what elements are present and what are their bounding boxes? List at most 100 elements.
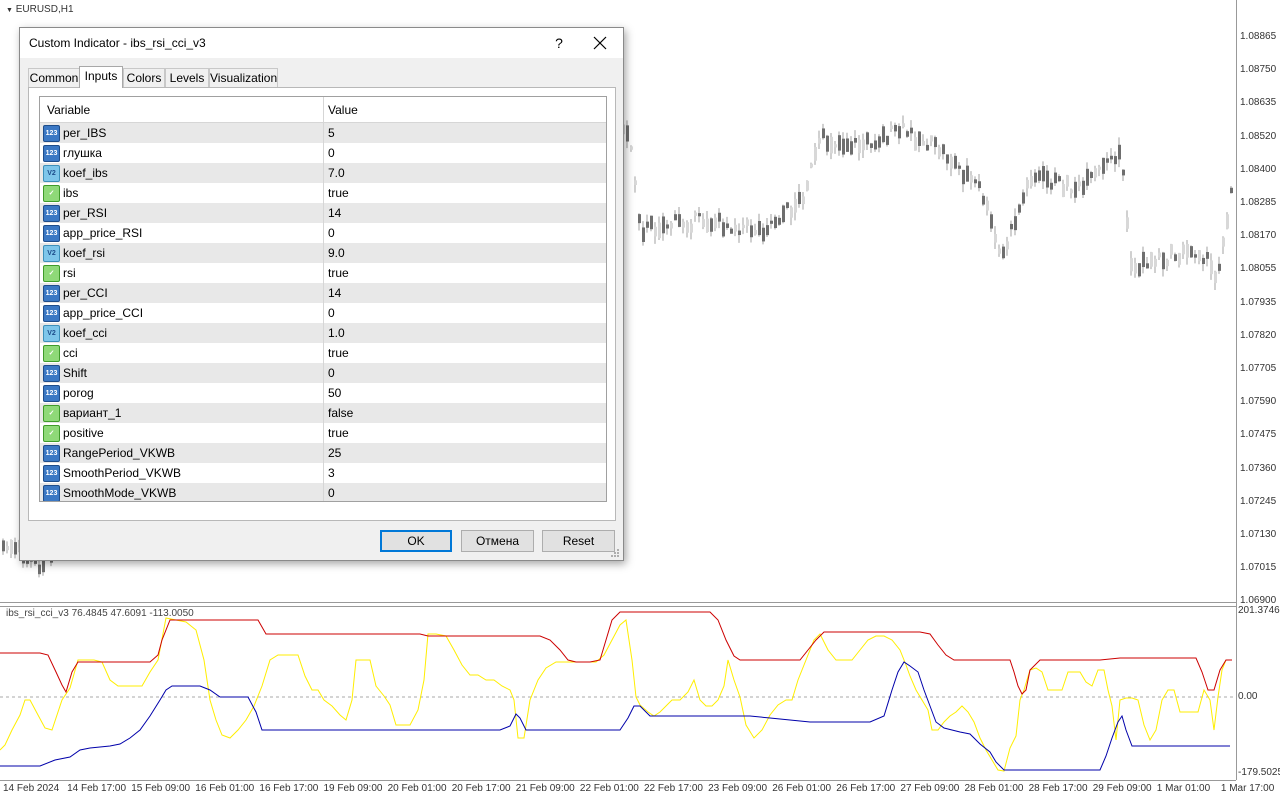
param-value[interactable]: 14 bbox=[328, 206, 341, 220]
candle-body bbox=[42, 560, 45, 573]
param-value[interactable]: 0 bbox=[328, 306, 335, 320]
close-button[interactable] bbox=[588, 32, 612, 54]
candle-body bbox=[942, 144, 945, 155]
candle-body bbox=[722, 222, 725, 237]
param-value[interactable]: 1.0 bbox=[328, 326, 345, 340]
param-value[interactable]: false bbox=[328, 406, 353, 420]
date-label: 14 Feb 2024 bbox=[3, 783, 60, 794]
candle-body bbox=[630, 146, 633, 150]
resize-grip-icon[interactable] bbox=[610, 548, 620, 558]
param-value[interactable]: 5 bbox=[328, 126, 335, 140]
candle-body bbox=[966, 165, 969, 182]
price-label: 1.07475 bbox=[1240, 429, 1277, 441]
candle-body bbox=[850, 141, 853, 155]
indicator-lines bbox=[0, 611, 1232, 772]
candle-body bbox=[746, 219, 749, 226]
date-label: 1 Mar 17:00 bbox=[1220, 783, 1275, 794]
candle-body bbox=[798, 191, 801, 205]
candle-body bbox=[818, 138, 821, 144]
candle-body bbox=[962, 169, 965, 185]
candle-body bbox=[762, 227, 765, 242]
candle-body bbox=[1230, 187, 1233, 194]
integer-type-icon: 123 bbox=[43, 285, 60, 302]
column-divider[interactable] bbox=[323, 97, 324, 501]
candle-body bbox=[658, 222, 661, 239]
param-name: per_IBS bbox=[63, 126, 107, 140]
param-value[interactable]: 9.0 bbox=[328, 246, 345, 260]
reset-button[interactable]: Reset bbox=[542, 530, 615, 552]
candle-body bbox=[1210, 260, 1213, 275]
candle-body bbox=[14, 542, 17, 555]
candle-body bbox=[1178, 253, 1181, 265]
candle-body bbox=[1134, 263, 1137, 274]
param-value[interactable]: 0 bbox=[328, 486, 335, 500]
tab-inputs[interactable]: Inputs bbox=[79, 66, 123, 88]
candle-body bbox=[1202, 257, 1205, 265]
price-label: 1.08400 bbox=[1240, 163, 1277, 175]
candle-body bbox=[786, 202, 789, 208]
integer-type-icon: 123 bbox=[43, 205, 60, 222]
param-value[interactable]: 14 bbox=[328, 286, 341, 300]
price-label: 1.08285 bbox=[1240, 197, 1277, 208]
rsi-line bbox=[0, 617, 1232, 772]
tab-common[interactable]: Common bbox=[28, 68, 80, 87]
cancel-button[interactable]: Отмена bbox=[461, 530, 534, 552]
tab-levels[interactable]: Levels bbox=[165, 68, 209, 87]
candle-body bbox=[986, 200, 989, 211]
candle-body bbox=[1094, 168, 1097, 178]
candle-body bbox=[1046, 170, 1049, 188]
bool-type-icon: ✓ bbox=[43, 265, 60, 282]
candle-body bbox=[1026, 179, 1029, 189]
double-type-icon: V2 bbox=[43, 165, 60, 182]
dialog-titlebar[interactable]: Custom Indicator - ibs_rsi_cci_v3 ? bbox=[20, 28, 623, 58]
chart-menu-icon[interactable]: ▼ bbox=[6, 7, 13, 14]
param-value[interactable]: 0 bbox=[328, 366, 335, 380]
date-label: 15 Feb 09:00 bbox=[131, 783, 191, 794]
candle-body bbox=[694, 212, 697, 216]
param-value[interactable]: 0 bbox=[328, 226, 335, 240]
candle-body bbox=[670, 222, 673, 229]
candle-body bbox=[954, 155, 957, 169]
param-value[interactable]: 0 bbox=[328, 146, 335, 160]
bool-type-icon: ✓ bbox=[43, 345, 60, 362]
symbol-text: EURUSD,H1 bbox=[15, 4, 74, 15]
column-value[interactable]: Value bbox=[328, 103, 358, 117]
candle-body bbox=[874, 140, 877, 150]
candle-body bbox=[1002, 246, 1005, 259]
price-label: 1.07705 bbox=[1240, 363, 1277, 374]
custom-indicator-dialog[interactable]: Custom Indicator - ibs_rsi_cci_v3 ? Comm… bbox=[19, 27, 624, 561]
integer-type-icon: 123 bbox=[43, 485, 60, 501]
param-value[interactable]: 3 bbox=[328, 466, 335, 480]
param-value[interactable]: true bbox=[328, 346, 349, 360]
param-value[interactable]: true bbox=[328, 426, 349, 440]
param-name: rsi bbox=[63, 266, 76, 280]
ibs-line bbox=[0, 611, 1232, 695]
param-value[interactable]: 25 bbox=[328, 446, 341, 460]
candle-body bbox=[6, 546, 9, 551]
date-label: 16 Feb 17:00 bbox=[259, 783, 319, 794]
price-label: 1.07360 bbox=[1240, 462, 1277, 474]
tab-visualization[interactable]: Visualization bbox=[209, 68, 278, 87]
inputs-grid[interactable]: Variable Value 123 per_IBS 5 123 глушка 0 V2 ko… bbox=[39, 96, 607, 502]
column-variable[interactable]: Variable bbox=[47, 103, 90, 117]
candle-body bbox=[938, 147, 941, 157]
candle-body bbox=[990, 214, 993, 229]
integer-type-icon: 123 bbox=[43, 225, 60, 242]
bool-type-icon: ✓ bbox=[43, 425, 60, 442]
price-label: 1.07935 bbox=[1240, 296, 1277, 308]
candle-body bbox=[2, 540, 5, 552]
candle-body bbox=[1106, 158, 1109, 163]
param-value[interactable]: true bbox=[328, 186, 349, 200]
candle-body bbox=[1066, 175, 1069, 187]
tab-colors[interactable]: Colors bbox=[123, 68, 165, 87]
ok-button[interactable]: OK bbox=[380, 530, 452, 552]
chart-symbol-label[interactable]: ▼ EURUSD,H1 bbox=[6, 4, 74, 15]
help-button[interactable]: ? bbox=[548, 32, 570, 54]
candle-body bbox=[1190, 246, 1193, 258]
param-value[interactable]: 50 bbox=[328, 386, 341, 400]
candle-body bbox=[738, 230, 741, 236]
param-name: глушка bbox=[63, 146, 102, 160]
date-label: 20 Feb 17:00 bbox=[451, 783, 511, 794]
param-value[interactable]: true bbox=[328, 266, 349, 280]
param-value[interactable]: 7.0 bbox=[328, 166, 345, 180]
